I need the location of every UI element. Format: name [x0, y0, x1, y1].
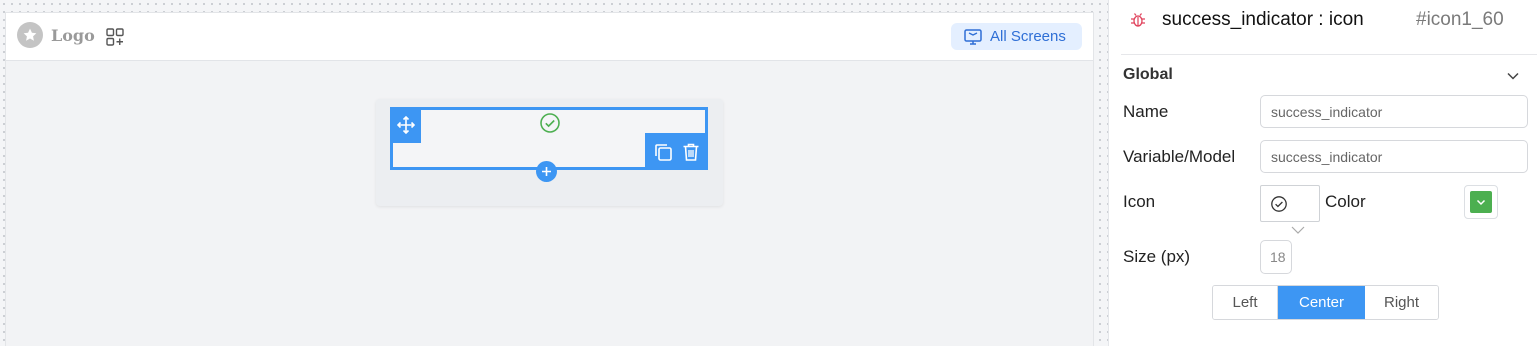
chevron-down-icon[interactable] — [1506, 69, 1520, 83]
icon-label: Icon — [1123, 192, 1156, 211]
color-picker[interactable] — [1464, 185, 1498, 219]
selected-icon-widget[interactable] — [390, 107, 708, 182]
align-center-button[interactable]: Center — [1278, 286, 1365, 319]
add-below-icon[interactable] — [536, 161, 557, 182]
name-field[interactable] — [1260, 95, 1528, 128]
size-field[interactable] — [1260, 240, 1292, 274]
align-right-button[interactable]: Right — [1365, 286, 1438, 319]
component-name: success_indicator : icon — [1162, 9, 1364, 30]
add-widget-icon[interactable] — [106, 28, 124, 46]
move-handle-icon[interactable] — [390, 107, 421, 143]
icon-picker[interactable] — [1260, 185, 1320, 222]
bug-icon — [1131, 13, 1145, 27]
check-circle-icon — [1271, 195, 1287, 212]
variable-model-field[interactable] — [1260, 140, 1528, 173]
canvas-topbar: Logo All Screens — [6, 13, 1093, 61]
all-screens-label: All Screens — [990, 28, 1066, 45]
variable-model-label: Variable/Model — [1123, 147, 1236, 166]
trash-icon[interactable] — [682, 142, 700, 162]
widget-action-bar — [645, 133, 708, 170]
component-id: #icon1_60 — [1416, 9, 1504, 30]
color-swatch — [1470, 191, 1492, 213]
logo-text: Logo — [51, 26, 95, 45]
chevron-down-icon[interactable] — [1291, 225, 1305, 235]
global-section-title[interactable]: Global — [1123, 66, 1173, 84]
logo-star-icon — [17, 22, 43, 48]
alignment-toggle-group: Left Center Right — [1212, 285, 1439, 320]
monitor-icon — [964, 28, 982, 45]
copy-icon[interactable] — [653, 142, 673, 162]
all-screens-button[interactable]: All Screens — [951, 23, 1082, 50]
header-divider — [1121, 54, 1537, 55]
check-circle-icon — [540, 113, 560, 133]
panel-header: success_indicator : icon #icon1_60 — [1109, 0, 1537, 40]
design-canvas: Logo All Screens — [5, 12, 1094, 346]
name-label: Name — [1123, 102, 1169, 121]
widget-card — [376, 99, 723, 206]
chevron-down-icon — [1476, 199, 1486, 206]
size-label: Size (px) — [1123, 247, 1191, 266]
color-label: Color — [1325, 192, 1366, 211]
align-left-button[interactable]: Left — [1213, 286, 1278, 319]
properties-panel: success_indicator : icon #icon1_60 Globa… — [1108, 0, 1537, 346]
